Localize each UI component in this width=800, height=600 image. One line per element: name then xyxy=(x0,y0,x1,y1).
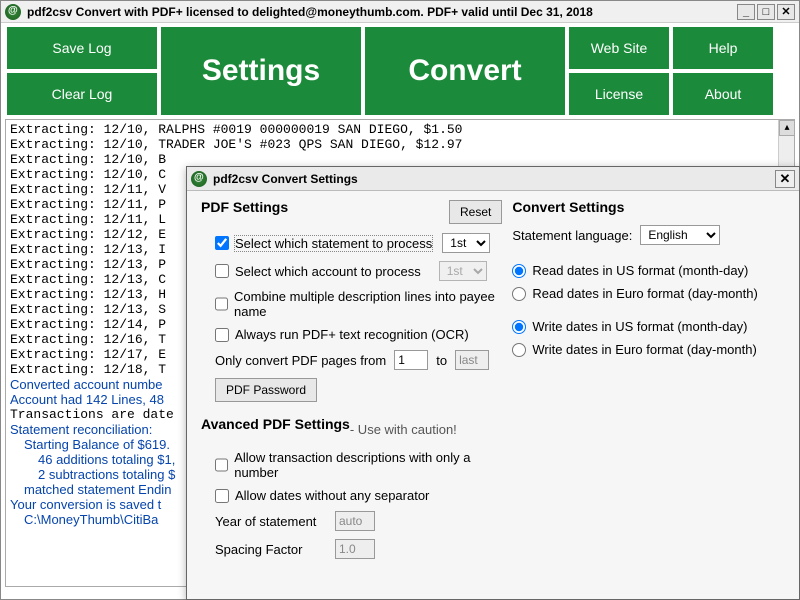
scroll-up-icon[interactable]: ▴ xyxy=(779,120,795,136)
pages-to-label: to xyxy=(436,353,447,368)
settings-button[interactable]: Settings xyxy=(161,27,361,115)
statement-select[interactable]: 1st xyxy=(442,233,490,253)
read-us-label: Read dates in US format (month-day) xyxy=(532,263,748,278)
pages-from-input[interactable] xyxy=(394,350,428,370)
settings-dialog: pdf2csv Convert Settings ✕ PDF Settings … xyxy=(186,166,800,600)
window-controls: _ □ ✕ xyxy=(737,4,795,20)
app-icon xyxy=(5,4,21,20)
read-eu-label: Read dates in Euro format (day-month) xyxy=(532,286,757,301)
web-site-button[interactable]: Web Site xyxy=(569,27,669,69)
log-line: Extracting: 12/10, TRADER JOE'S #023 QPS… xyxy=(10,137,790,152)
write-eu-label: Write dates in Euro format (day-month) xyxy=(532,342,756,357)
allow-number-only-label: Allow transaction descriptions with only… xyxy=(234,450,502,480)
dialog-body: PDF Settings Reset Select which statemen… xyxy=(187,191,799,575)
select-account-checkbox[interactable] xyxy=(215,264,229,278)
language-label: Statement language: xyxy=(512,228,632,243)
clear-log-button[interactable]: Clear Log xyxy=(7,73,157,115)
spacing-input[interactable] xyxy=(335,539,375,559)
spacing-label: Spacing Factor xyxy=(215,542,335,557)
about-button[interactable]: About xyxy=(673,73,773,115)
pdf-settings-heading: PDF Settings xyxy=(201,199,288,215)
advanced-caution: - Use with caution! xyxy=(350,422,457,437)
year-input[interactable] xyxy=(335,511,375,531)
log-line: Extracting: 12/10, B xyxy=(10,152,790,167)
write-us-label: Write dates in US format (month-day) xyxy=(532,319,747,334)
select-statement-checkbox[interactable] xyxy=(215,236,229,250)
ocr-checkbox[interactable] xyxy=(215,328,229,342)
pdf-password-button[interactable]: PDF Password xyxy=(215,378,317,402)
read-us-radio[interactable] xyxy=(512,264,526,278)
pdf-settings-panel: PDF Settings Reset Select which statemen… xyxy=(201,199,502,567)
window-title: pdf2csv Convert with PDF+ licensed to de… xyxy=(27,5,737,19)
dialog-titlebar: pdf2csv Convert Settings ✕ xyxy=(187,167,799,191)
allow-no-separator-checkbox[interactable] xyxy=(215,489,229,503)
account-select: 1st xyxy=(439,261,487,281)
select-account-label: Select which account to process xyxy=(235,264,421,279)
maximize-button[interactable]: □ xyxy=(757,4,775,20)
allow-number-only-checkbox[interactable] xyxy=(215,458,228,472)
log-line: Extracting: 12/10, RALPHS #0019 00000001… xyxy=(10,122,790,137)
toolbar: Save Log Clear Log Settings Convert Web … xyxy=(1,23,799,119)
convert-settings-panel: Convert Settings Statement language: Eng… xyxy=(512,199,785,567)
save-log-button[interactable]: Save Log xyxy=(7,27,157,69)
minimize-button[interactable]: _ xyxy=(737,4,755,20)
write-eu-radio[interactable] xyxy=(512,343,526,357)
write-us-radio[interactable] xyxy=(512,320,526,334)
reset-button[interactable]: Reset xyxy=(449,200,502,224)
pages-from-label: Only convert PDF pages from xyxy=(215,353,386,368)
language-select[interactable]: English xyxy=(640,225,720,245)
dialog-app-icon xyxy=(191,171,207,187)
close-button[interactable]: ✕ xyxy=(777,4,795,20)
read-eu-radio[interactable] xyxy=(512,287,526,301)
advanced-heading: Avanced PDF Settings xyxy=(201,416,350,432)
convert-settings-heading: Convert Settings xyxy=(512,199,785,215)
select-statement-label: Select which statement to process xyxy=(235,236,432,251)
convert-button[interactable]: Convert xyxy=(365,27,565,115)
combine-lines-checkbox[interactable] xyxy=(215,297,228,311)
ocr-label: Always run PDF+ text recognition (OCR) xyxy=(235,327,469,342)
help-button[interactable]: Help xyxy=(673,27,773,69)
allow-no-separator-label: Allow dates without any separator xyxy=(235,488,429,503)
combine-lines-label: Combine multiple description lines into … xyxy=(234,289,502,319)
titlebar: pdf2csv Convert with PDF+ licensed to de… xyxy=(1,1,799,23)
dialog-close-button[interactable]: ✕ xyxy=(775,170,795,188)
dialog-title: pdf2csv Convert Settings xyxy=(213,172,775,186)
pages-to-input[interactable] xyxy=(455,350,489,370)
year-label: Year of statement xyxy=(215,514,335,529)
license-button[interactable]: License xyxy=(569,73,669,115)
